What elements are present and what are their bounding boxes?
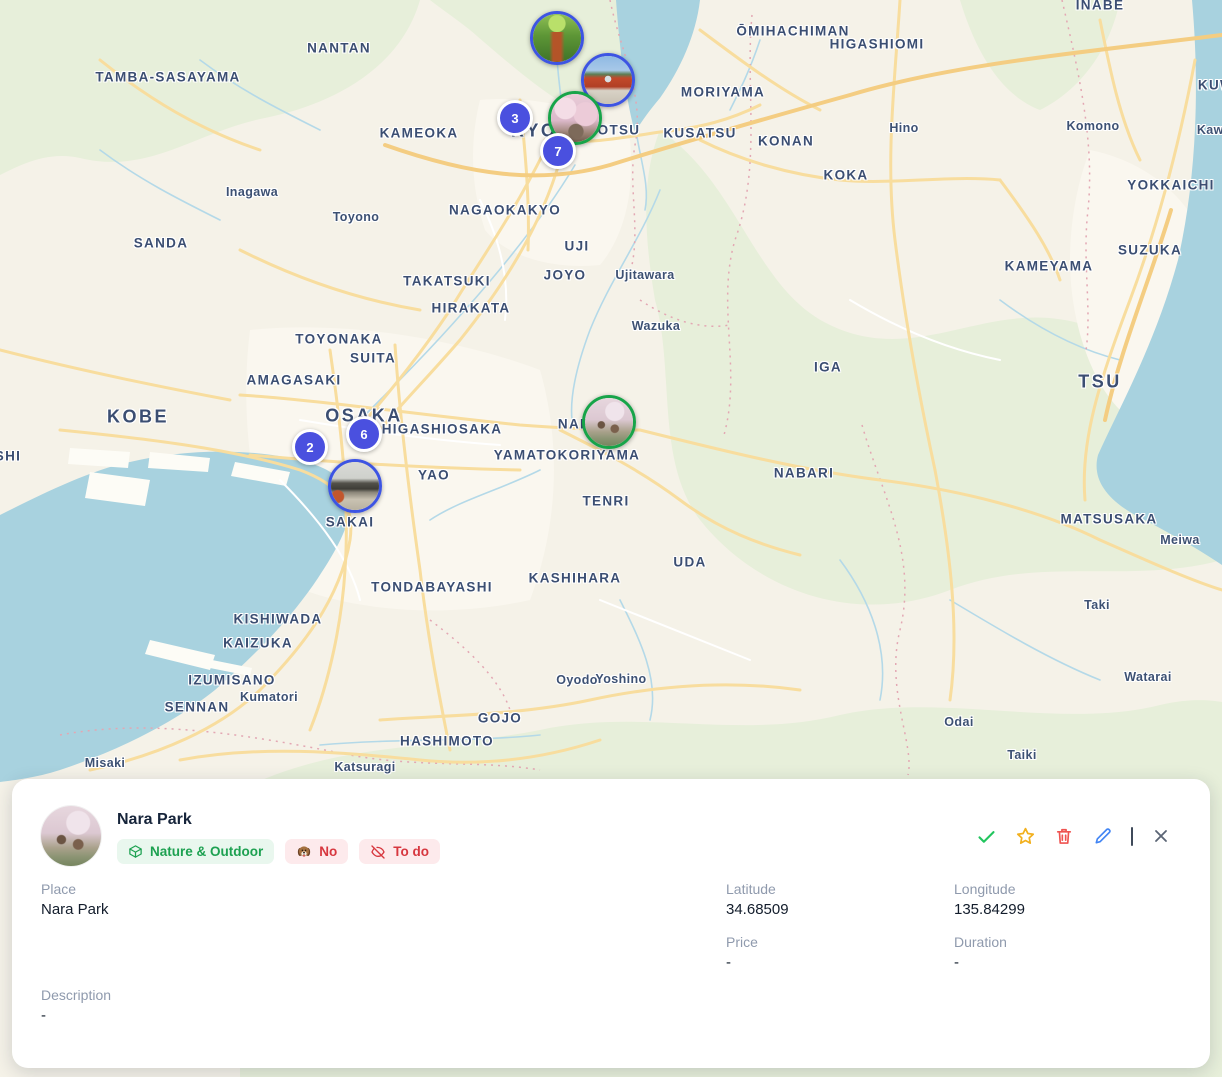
star-icon (1015, 826, 1036, 847)
field-longitude-label: Longitude (954, 881, 1025, 897)
trash-icon (1054, 826, 1074, 846)
field-latitude: Latitude 34.68509 (726, 881, 789, 918)
field-latitude-value: 34.68509 (726, 901, 789, 918)
tag-category-label: Nature & Outdoor (150, 844, 263, 859)
close-button[interactable] (1150, 825, 1172, 847)
tag-pets-label: No (319, 844, 337, 859)
field-description-label: Description (41, 987, 111, 1003)
cube-icon (128, 844, 143, 859)
field-description: Description - (41, 987, 111, 1024)
confirm-button[interactable] (975, 825, 997, 847)
tag-list: Nature & Outdoor No (117, 839, 440, 864)
field-place-value: Nara Park (41, 901, 109, 918)
cluster-marker-6[interactable]: 6 (346, 416, 382, 452)
action-bar (975, 825, 1172, 847)
osaka-temple-marker[interactable] (328, 459, 382, 513)
field-latitude-label: Latitude (726, 881, 789, 897)
check-icon (976, 826, 997, 847)
pencil-icon (1093, 826, 1113, 846)
field-duration-value: - (954, 954, 1007, 971)
eye-off-icon (370, 844, 386, 860)
field-duration-label: Duration (954, 934, 1007, 950)
nara-park-marker[interactable] (582, 395, 636, 449)
action-divider (1131, 827, 1133, 846)
favorite-button[interactable] (1014, 825, 1036, 847)
nara-deer-photo (585, 398, 633, 446)
field-longitude-value: 135.84299 (954, 901, 1025, 918)
field-duration: Duration - (954, 934, 1007, 971)
kurama-forest-marker[interactable] (530, 11, 584, 65)
osaka-temple-photo (331, 462, 379, 510)
place-title: Nara Park (117, 811, 192, 829)
forest-photo (533, 14, 581, 62)
tag-status[interactable]: To do (359, 839, 440, 864)
field-place-label: Place (41, 881, 109, 897)
app-root: TAMBA-SASAYAMANANTANKAMEOKASANDAInagawaT… (0, 0, 1222, 1077)
edit-button[interactable] (1092, 825, 1114, 847)
cluster-marker-7[interactable]: 7 (540, 133, 576, 169)
tag-status-label: To do (393, 844, 429, 859)
field-description-value: - (41, 1007, 111, 1024)
tag-category[interactable]: Nature & Outdoor (117, 839, 274, 864)
tag-pets[interactable]: No (285, 839, 348, 864)
dog-icon (296, 844, 312, 860)
field-place: Place Nara Park (41, 881, 109, 918)
field-price-label: Price (726, 934, 758, 950)
field-price-value: - (726, 954, 758, 971)
place-avatar (41, 806, 101, 866)
field-price: Price - (726, 934, 758, 971)
cluster-marker-2[interactable]: 2 (292, 429, 328, 465)
field-longitude: Longitude 135.84299 (954, 881, 1025, 918)
close-icon (1151, 826, 1171, 846)
delete-button[interactable] (1053, 825, 1075, 847)
place-detail-panel: Nara Park Nature & Outdoor (12, 779, 1210, 1068)
place-avatar-photo (41, 806, 101, 866)
cluster-marker-3[interactable]: 3 (497, 100, 533, 136)
